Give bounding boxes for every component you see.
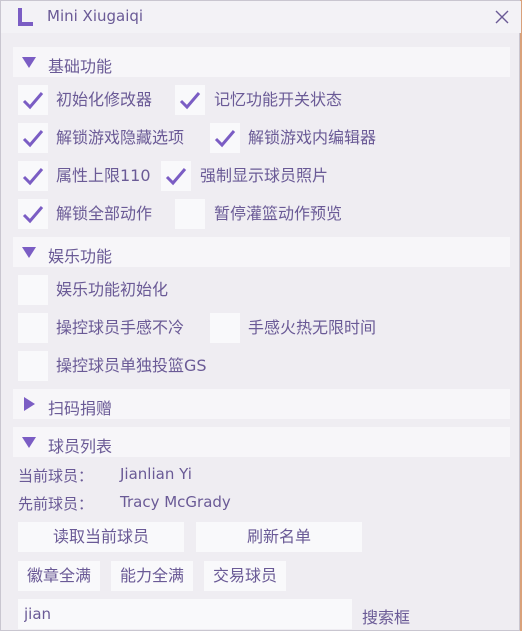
section-label-players: 球员列表 (48, 437, 113, 456)
option-label-init-modifier: 初始化修改器 (56, 90, 153, 109)
checkbox-solo-shot-gs[interactable] (18, 351, 48, 381)
checkbox-hand-never-cold[interactable] (18, 313, 48, 343)
option-label-attribute-limit: 属性上限110 (56, 166, 151, 185)
read-current-player-button[interactable]: 读取当前球员 (18, 522, 184, 552)
previous-player-value: Tracy McGrady (120, 493, 231, 511)
option-label-force-player-photos: 强制显示球员照片 (200, 166, 329, 185)
option-label-memory-switch: 记忆功能开关状态 (214, 90, 343, 109)
app-logo-icon (18, 8, 33, 26)
checkmark-icon (214, 130, 236, 148)
section-header-donate[interactable]: 扫码捐赠 (13, 389, 510, 419)
trade-player-button[interactable]: 交易球员 (204, 561, 286, 591)
previous-player-label: 先前球员： (18, 495, 94, 513)
option-label-hot-hand-unlimited: 手感火热无限时间 (248, 318, 377, 337)
expanded-arrow-icon (22, 247, 36, 258)
checkbox-memory-switch[interactable] (175, 85, 205, 115)
expanded-arrow-icon (22, 57, 36, 68)
collapsed-arrow-icon (24, 397, 35, 411)
section-label-basic: 基础功能 (48, 57, 113, 76)
checkbox-unlock-all-moves[interactable] (18, 199, 48, 229)
checkbox-init-modifier[interactable] (18, 85, 48, 115)
section-header-players[interactable]: 球员列表 (13, 427, 510, 457)
option-label-unlock-all-moves: 解锁全部动作 (56, 204, 153, 223)
search-input[interactable] (18, 599, 352, 629)
checkmark-icon (22, 92, 44, 110)
option-label-fun-init: 娱乐功能初始化 (56, 280, 169, 299)
option-label-unlock-hidden-options: 解锁游戏隐藏选项 (56, 128, 185, 147)
checkbox-unlock-hidden-options[interactable] (18, 123, 48, 153)
max-ability-button[interactable]: 能力全满 (111, 561, 193, 591)
close-icon[interactable] (493, 8, 511, 26)
section-label-fun: 娱乐功能 (48, 247, 113, 266)
checkbox-force-player-photos[interactable] (161, 161, 191, 191)
option-label-unlock-editor: 解锁游戏内编辑器 (248, 128, 377, 147)
checkbox-unlock-editor[interactable] (210, 123, 240, 153)
checkmark-icon (179, 92, 201, 110)
option-label-hand-never-cold: 操控球员手感不冷 (56, 318, 185, 337)
search-label: 搜索框 (362, 608, 411, 627)
section-header-basic[interactable]: 基础功能 (13, 47, 510, 77)
current-player-label: 当前球员： (18, 467, 94, 485)
current-player-value: Jianlian Yi (120, 465, 192, 483)
expanded-arrow-icon (22, 437, 36, 448)
checkmark-icon (165, 168, 187, 186)
app-window: Mini Xiugaiqi 基础功能 初始化修改器 记忆功能开关状态 解锁游戏隐… (0, 0, 521, 631)
checkbox-pause-dunk-preview[interactable] (175, 199, 205, 229)
section-label-donate: 扫码捐赠 (48, 399, 113, 418)
checkbox-hot-hand-unlimited[interactable] (210, 313, 240, 343)
checkmark-icon (22, 168, 44, 186)
option-label-pause-dunk-preview: 暂停灌篮动作预览 (214, 204, 343, 223)
max-badges-button[interactable]: 徽章全满 (18, 561, 100, 591)
checkbox-attribute-limit[interactable] (18, 161, 48, 191)
option-label-solo-shot-gs: 操控球员单独投篮GS (56, 356, 207, 375)
title-bar: Mini Xiugaiqi (1, 1, 521, 33)
checkmark-icon (22, 206, 44, 224)
checkmark-icon (22, 130, 44, 148)
refresh-list-button[interactable]: 刷新名单 (196, 522, 362, 552)
window-title: Mini Xiugaiqi (47, 7, 144, 25)
section-header-fun[interactable]: 娱乐功能 (13, 237, 510, 267)
checkbox-fun-init[interactable] (18, 275, 48, 305)
